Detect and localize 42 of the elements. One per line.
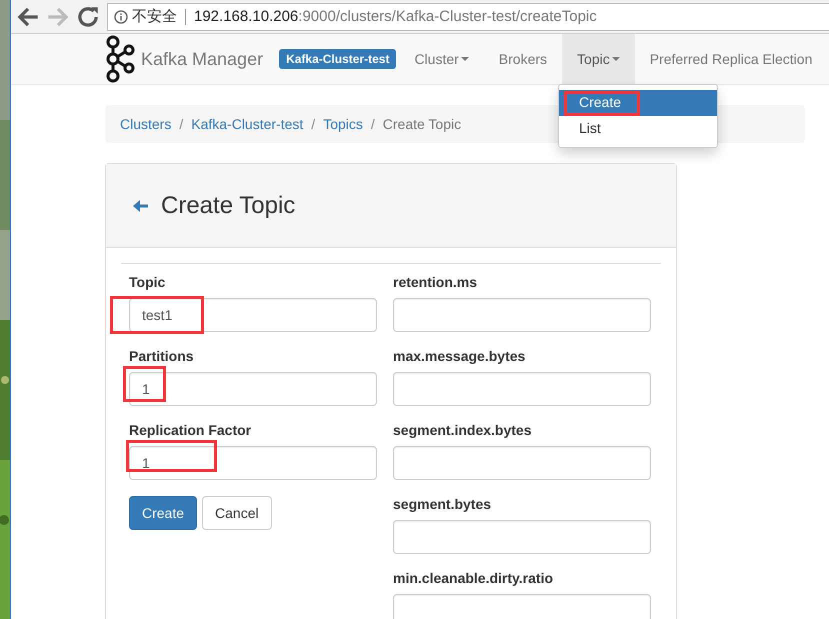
input-field[interactable] bbox=[393, 520, 651, 554]
field-label: max.message.bytes bbox=[393, 348, 526, 366]
address-bar[interactable]: 不安全 192.168.10.206:9000/clusters/Kafka-Cluster-test/createTopic bbox=[107, 2, 829, 30]
cancel-button[interactable]: Cancel bbox=[202, 496, 272, 530]
input-field[interactable] bbox=[393, 298, 651, 332]
field-label: retention.ms bbox=[393, 274, 478, 292]
field-label: Topic bbox=[129, 274, 166, 292]
input-field[interactable]: 1 bbox=[129, 372, 377, 406]
url-text: 192.168.10.206:9000/clusters/Kafka-Cluster-test/createTopic bbox=[194, 8, 597, 25]
create-button[interactable]: Create bbox=[129, 496, 198, 530]
panel-title: Create Topic bbox=[161, 192, 296, 220]
kafka-logo-icon bbox=[105, 35, 135, 83]
breadcrumb-link[interactable]: Topics bbox=[323, 116, 363, 132]
breadcrumb-link[interactable]: Kafka-Cluster-test bbox=[191, 116, 304, 132]
brand-name[interactable]: Kafka Manager bbox=[141, 48, 264, 70]
menu-item[interactable]: Create bbox=[559, 90, 717, 116]
info-icon bbox=[114, 10, 128, 24]
nav-link[interactable]: Preferred Replica Election bbox=[634, 34, 828, 84]
cluster-label: Kafka-Cluster-test bbox=[279, 49, 396, 69]
input-field[interactable]: test1 bbox=[129, 298, 377, 332]
input-field[interactable] bbox=[393, 372, 651, 406]
breadcrumb-separator: / bbox=[370, 116, 376, 132]
input-field[interactable]: 1 bbox=[129, 446, 377, 480]
menu-item[interactable]: List bbox=[559, 116, 717, 142]
breadcrumb-current: Create Topic bbox=[382, 116, 462, 132]
caret-icon bbox=[460, 57, 469, 61]
breadcrumb-separator: / bbox=[178, 116, 184, 132]
breadcrumb-separator: / bbox=[310, 116, 316, 132]
nav-link[interactable]: Topic bbox=[562, 34, 635, 84]
input-field[interactable] bbox=[393, 446, 651, 480]
field-label: Replication Factor bbox=[129, 422, 252, 440]
field-label: min.cleanable.dirty.ratio bbox=[393, 570, 554, 588]
field-label: segment.bytes bbox=[393, 496, 492, 514]
nav-link[interactable]: Brokers bbox=[484, 34, 562, 84]
back-arrow-icon[interactable] bbox=[133, 200, 149, 212]
input-field[interactable] bbox=[393, 594, 651, 619]
field-label: segment.index.bytes bbox=[393, 422, 532, 440]
nav-link[interactable]: Cluster bbox=[399, 34, 484, 84]
security-label: 不安全 bbox=[132, 7, 177, 26]
caret-icon bbox=[612, 57, 620, 61]
field-label: Partitions bbox=[129, 348, 195, 366]
breadcrumb-link[interactable]: Clusters bbox=[120, 116, 172, 132]
